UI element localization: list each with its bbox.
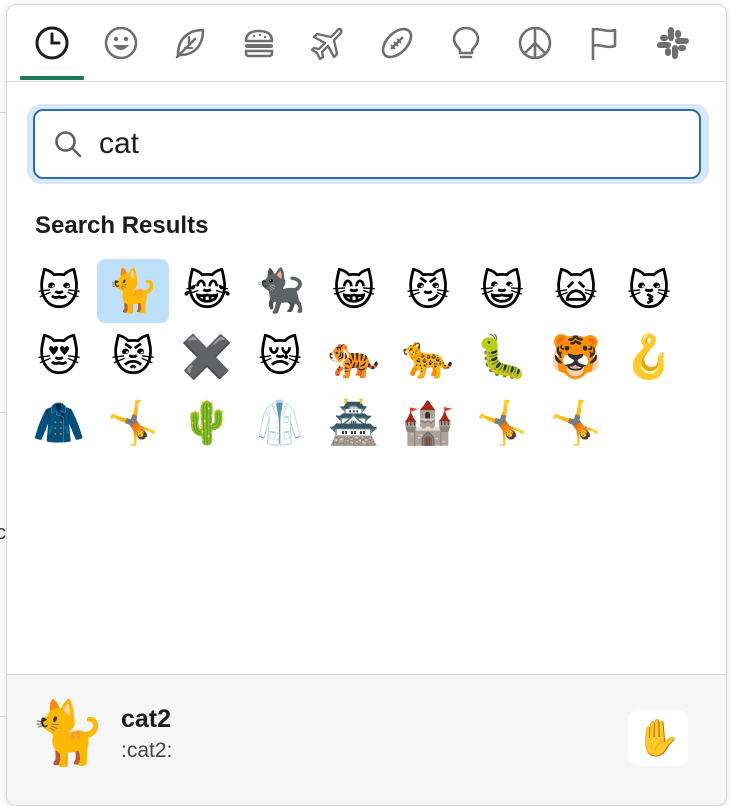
flag-icon	[591, 27, 617, 61]
tab-smileys[interactable]	[97, 19, 145, 67]
tab-nature[interactable]	[166, 19, 214, 67]
emoji-result[interactable]: 😻	[23, 325, 95, 389]
peace-icon	[518, 26, 552, 60]
raised-hand-icon: ✋	[635, 717, 681, 758]
emoji-result[interactable]: 😺	[466, 259, 538, 323]
preview-shortcode: :cat2:	[121, 739, 173, 762]
emoji-picker: Search Results 🐱🐈😹🐈‍⬛😸😼😺🙀😽😻😾✖️😿🐅🐆🐛🐯🪝🧥🤸🌵🥼…	[6, 4, 727, 806]
lightbulb-icon	[452, 26, 480, 59]
tab-activity[interactable]	[373, 19, 421, 67]
leaf-icon	[175, 28, 205, 59]
emoji-result[interactable]: 🤸	[466, 391, 538, 455]
emoji-result[interactable]: 🐈	[97, 259, 169, 323]
tab-frequently-used[interactable]	[28, 19, 76, 67]
smiley-icon	[104, 26, 138, 60]
burger-icon	[244, 29, 274, 58]
emoji-result[interactable]: 🙀	[540, 259, 612, 323]
football-icon	[381, 27, 413, 59]
tab-objects[interactable]	[442, 19, 490, 67]
emoji-result[interactable]: 🐛	[466, 325, 538, 389]
emoji-result[interactable]: 🤸	[540, 391, 612, 455]
emoji-result[interactable]: 🌵	[171, 391, 243, 455]
preview-emoji: 🐈	[29, 699, 107, 768]
emoji-result[interactable]: 🏰	[392, 391, 464, 455]
search-results-title: Search Results	[35, 212, 209, 239]
emoji-result[interactable]: 🐈‍⬛	[244, 259, 316, 323]
emoji-result[interactable]: 😼	[392, 259, 464, 323]
emoji-result[interactable]: 🧥	[23, 391, 95, 455]
emoji-result[interactable]: 🐅	[318, 325, 390, 389]
tab-symbols[interactable]	[511, 19, 559, 67]
emoji-result[interactable]: 😾	[97, 325, 169, 389]
search-icon	[55, 131, 82, 158]
search-input[interactable]	[97, 126, 681, 162]
emoji-preview-footer: 🐈 cat2 :cat2: ✋	[7, 674, 726, 805]
clock-icon	[35, 26, 69, 60]
category-tabs	[7, 5, 726, 82]
emoji-result[interactable]: 😿	[244, 325, 316, 389]
emoji-result[interactable]: 😽	[613, 259, 685, 323]
active-tab-indicator	[20, 76, 84, 80]
tab-custom[interactable]	[649, 19, 697, 67]
slack-icon	[657, 27, 689, 59]
tab-food[interactable]	[235, 19, 283, 67]
emoji-result[interactable]: 🏯	[318, 391, 390, 455]
emoji-result[interactable]: 🪝	[613, 325, 685, 389]
emoji-result[interactable]: 🥼	[244, 391, 316, 455]
search-focus-ring	[27, 104, 709, 184]
search-box[interactable]	[33, 109, 701, 179]
emoji-result[interactable]: 🐱	[23, 259, 95, 323]
emoji-result[interactable]: 🤸	[97, 391, 169, 455]
emoji-result[interactable]: 🐯	[540, 325, 612, 389]
emoji-result[interactable]: ✖️	[171, 325, 243, 389]
tab-travel[interactable]	[304, 19, 352, 67]
emoji-result[interactable]: 😹	[171, 259, 243, 323]
tab-flags[interactable]	[580, 19, 628, 67]
preview-name: cat2	[121, 705, 172, 733]
airplane-icon	[310, 27, 343, 61]
skin-tone-button[interactable]: ✋	[628, 710, 688, 766]
emoji-result[interactable]: 😸	[318, 259, 390, 323]
emoji-result[interactable]: 🐆	[392, 325, 464, 389]
